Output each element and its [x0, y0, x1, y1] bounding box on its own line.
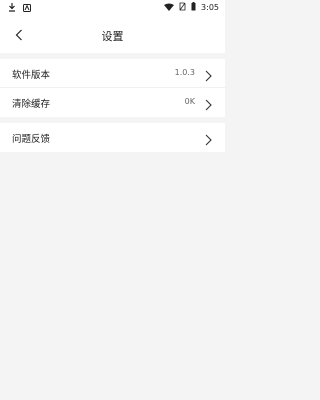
settings-screen: 3:05 设置 软件版本 1.0.3 清除缓存 0K 问题反馈 [0, 0, 225, 400]
settings-item-value: 0K [184, 97, 195, 106]
wifi-icon [164, 3, 175, 13]
settings-item-feedback[interactable]: 问题反馈 [0, 123, 225, 152]
chevron-right-icon [204, 67, 213, 82]
header: 设置 [0, 16, 225, 53]
settings-item-label: 清除缓存 [12, 99, 51, 110]
no-sim-icon [179, 2, 186, 13]
settings-group-info: 软件版本 1.0.3 清除缓存 0K [0, 59, 225, 117]
download-icon [8, 3, 16, 14]
settings-item-value: 1.0.3 [174, 68, 195, 77]
chevron-right-icon [204, 131, 213, 146]
battery-icon [191, 2, 196, 13]
status-time: 3:05 [201, 3, 219, 12]
settings-item-label: 问题反馈 [12, 134, 51, 145]
status-right-icons: 3:05 [164, 2, 219, 13]
status-bar: 3:05 [0, 0, 225, 16]
chevron-right-icon [204, 96, 213, 111]
settings-item-label: 软件版本 [12, 70, 51, 81]
settings-item-clear-cache[interactable]: 清除缓存 0K [0, 88, 225, 117]
settings-group-feedback: 问题反馈 [0, 123, 225, 152]
app-notification-icon [23, 3, 31, 14]
page-title: 设置 [101, 30, 124, 43]
settings-item-version[interactable]: 软件版本 1.0.3 [0, 59, 225, 88]
status-left-icons [8, 3, 31, 14]
